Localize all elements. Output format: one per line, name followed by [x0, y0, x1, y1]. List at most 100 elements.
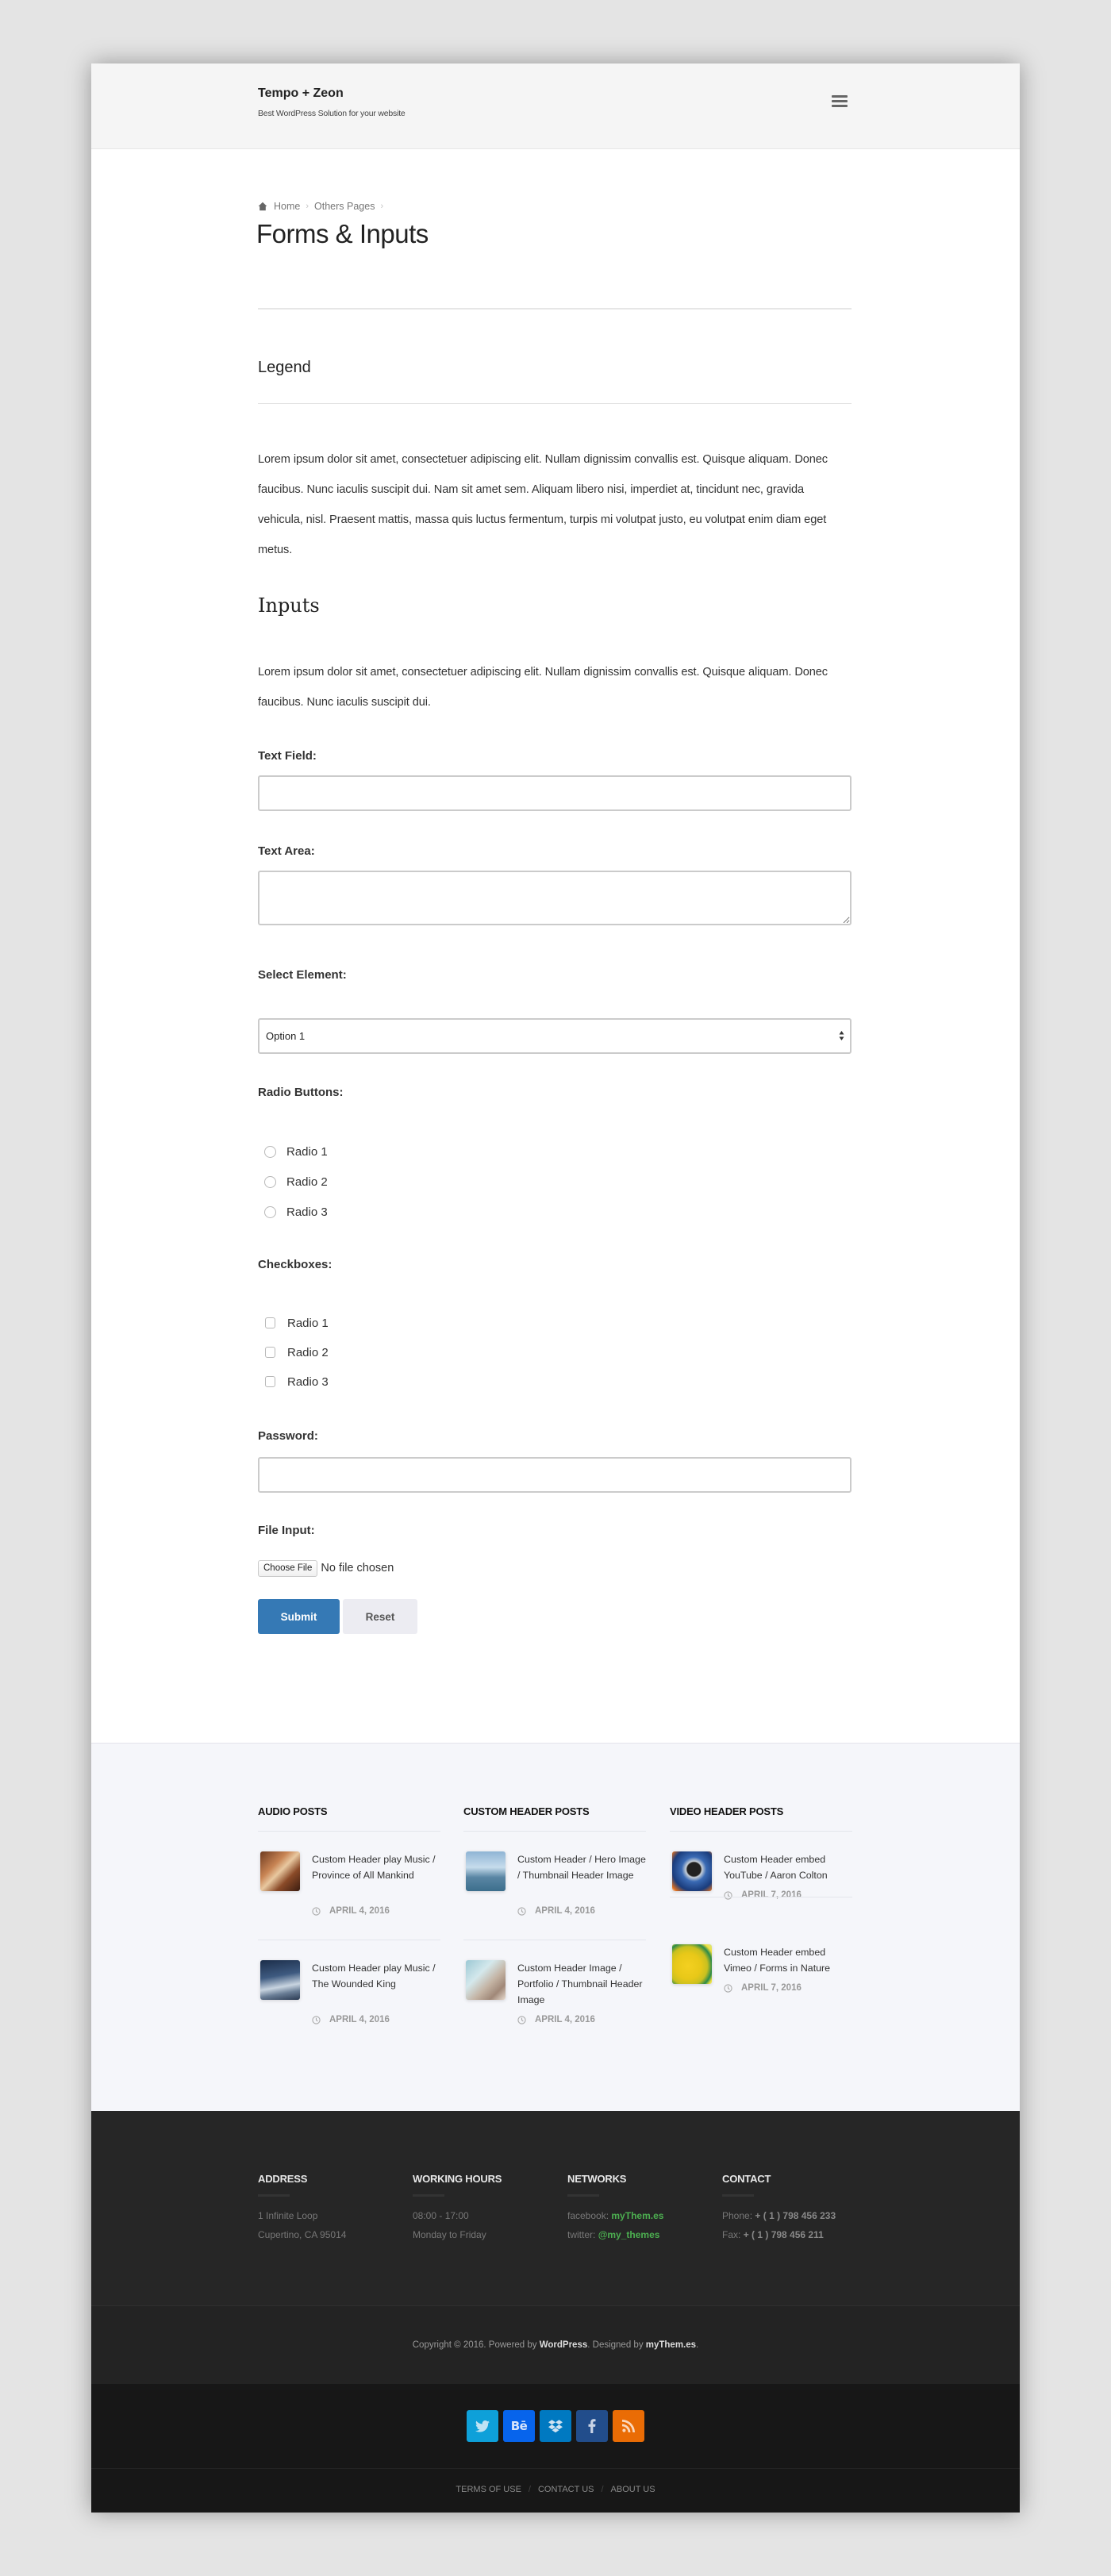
post-date-text: APRIL 4, 2016	[329, 2015, 390, 2024]
heading-underline	[413, 2194, 444, 2197]
inputs-heading: Inputs	[258, 594, 320, 617]
inputs-paragraph: Lorem ipsum dolor sit amet, consectetuer…	[258, 666, 828, 709]
footer-widgets: AUDIO POSTS Custom Header play Music / P…	[91, 1743, 1020, 2111]
text-field-label: Text Field:	[258, 749, 317, 763]
twitter-icon[interactable]	[467, 2410, 498, 2442]
thumbnail-coast[interactable]	[466, 1960, 506, 2000]
widget-separator	[463, 1831, 646, 1832]
password-label: Password:	[258, 1429, 318, 1443]
checkbox-option[interactable]: Radio 3	[264, 1373, 329, 1390]
hamburger-menu-icon[interactable]	[829, 92, 850, 110]
post-date: APRIL 7, 2016	[724, 1890, 802, 1900]
text-field-input[interactable]	[258, 775, 852, 811]
checkboxes-label: Checkboxes:	[258, 1258, 333, 1271]
checkbox-option[interactable]: Radio 1	[264, 1314, 329, 1332]
site-title[interactable]: Tempo + Zeon	[258, 87, 344, 101]
footer-main: ADDRESS 1 Infinite Loop Cupertino, CA 95…	[91, 2111, 1020, 2305]
breadcrumb-home[interactable]: Home	[274, 201, 300, 212]
thumbnail-mountains[interactable]	[260, 1960, 300, 2000]
site-header: Tempo + Zeon Best WordPress Solution for…	[91, 63, 1020, 149]
phone-line: Phone: + ( 1 ) 798 456 233	[722, 2210, 836, 2221]
text-area-input[interactable]	[258, 871, 852, 925]
checkbox-square-icon[interactable]	[265, 1317, 275, 1328]
heading-underline	[722, 2194, 754, 2197]
contact-us-link[interactable]: CONTACT US	[538, 2485, 594, 2494]
radio-option[interactable]: Radio 3	[264, 1203, 328, 1221]
phone-label: Phone:	[722, 2210, 753, 2221]
legend-heading: Legend	[258, 359, 311, 376]
page-title: Forms & Inputs	[256, 219, 429, 248]
post-title-link[interactable]: Custom Header embed YouTube / Aaron Colt…	[724, 1851, 855, 1883]
address-line: Cupertino, CA 95014	[258, 2229, 347, 2240]
widget-separator	[670, 1831, 852, 1832]
checkbox-square-icon[interactable]	[265, 1376, 275, 1387]
behance-icon[interactable]: Bē	[503, 2410, 535, 2442]
copyright-suffix: .	[696, 2340, 699, 2350]
radio-option-label: Radio 3	[286, 1205, 328, 1219]
checkbox-option-label: Radio 3	[287, 1375, 329, 1389]
post-title-link[interactable]: Custom Header play Music / Province of A…	[312, 1851, 443, 1883]
terms-of-use-link[interactable]: TERMS OF USE	[456, 2485, 521, 2494]
checkbox-option[interactable]: Radio 2	[264, 1344, 329, 1361]
submit-button[interactable]: Submit	[258, 1599, 340, 1634]
wordpress-link[interactable]: WordPress	[540, 2340, 588, 2350]
breadcrumb-others-pages[interactable]: Others Pages	[314, 201, 375, 212]
thumbnail-pier[interactable]	[466, 1851, 506, 1891]
facebook-link[interactable]: myThem.es	[611, 2210, 663, 2221]
radio-option[interactable]: Radio 1	[264, 1143, 328, 1160]
file-status: No file chosen	[321, 1562, 394, 1574]
password-input[interactable]	[258, 1457, 852, 1493]
menu-bar	[832, 105, 848, 107]
post-title-link[interactable]: Custom Header / Hero Image / Thumbnail H…	[517, 1851, 648, 1883]
radio-circle-icon[interactable]	[264, 1145, 276, 1158]
post-date-text: APRIL 4, 2016	[535, 1906, 595, 1916]
fax-value: + ( 1 ) 798 456 211	[743, 2229, 824, 2240]
post-title-link[interactable]: Custom Header play Music / The Wounded K…	[312, 1960, 443, 1992]
reset-button[interactable]: Reset	[343, 1599, 417, 1634]
dropbox-icon[interactable]	[540, 2410, 571, 2442]
widget-title: CUSTOM HEADER POSTS	[463, 1805, 590, 1817]
post-date-text: APRIL 7, 2016	[741, 1890, 802, 1900]
about-us-link[interactable]: ABOUT US	[611, 2485, 655, 2494]
rss-icon[interactable]	[613, 2410, 644, 2442]
thumbnail-musician[interactable]	[260, 1851, 300, 1891]
fax-line: Fax: + ( 1 ) 798 456 211	[722, 2229, 824, 2240]
thumbnail-skier[interactable]	[672, 1851, 712, 1891]
radio-circle-icon[interactable]	[264, 1205, 276, 1218]
designer-link[interactable]: myThem.es	[646, 2340, 696, 2350]
breadcrumb-separator: ›	[380, 202, 384, 211]
text-area-label: Text Area:	[258, 844, 315, 858]
radio-circle-icon[interactable]	[264, 1175, 276, 1188]
footer-bottom: Bē TERMS OF USE / CONTACT US / ABOUT US	[91, 2384, 1020, 2513]
radio-option[interactable]: Radio 2	[264, 1173, 328, 1190]
clock-icon	[517, 2015, 526, 2024]
checkbox-option-label: Radio 2	[287, 1345, 329, 1359]
choose-file-button[interactable]: Choose File	[258, 1559, 318, 1577]
select-arrows-icon	[839, 1031, 844, 1040]
checkbox-square-icon[interactable]	[265, 1347, 275, 1358]
thumbnail-yellow-pattern[interactable]	[672, 1944, 712, 1984]
clock-icon	[724, 1983, 732, 1993]
divider	[91, 2468, 1020, 2469]
footer-heading: CONTACT	[722, 2173, 771, 2185]
post-title-link[interactable]: Custom Header Image / Portfolio / Thumbn…	[517, 1960, 648, 2008]
select-element[interactable]: Option 1	[258, 1018, 852, 1054]
post-date: APRIL 4, 2016	[517, 1906, 595, 1916]
radio-option-label: Radio 2	[286, 1175, 328, 1189]
clock-icon	[312, 2015, 321, 2024]
post-date: APRIL 7, 2016	[724, 1983, 802, 1993]
widget-title: VIDEO HEADER POSTS	[670, 1805, 784, 1817]
file-input[interactable]: Choose File No file chosen	[258, 1559, 394, 1577]
post-date-text: APRIL 4, 2016	[535, 2015, 595, 2024]
post-title-link[interactable]: Custom Header embed Vimeo / Forms in Nat…	[724, 1944, 855, 1976]
hours-line: 08:00 - 17:00	[413, 2210, 469, 2221]
clock-icon	[312, 1906, 321, 1916]
post-date: APRIL 4, 2016	[312, 1906, 390, 1916]
heading-underline	[258, 2194, 290, 2197]
home-icon	[258, 202, 267, 211]
fax-label: Fax:	[722, 2229, 741, 2240]
checkbox-option-label: Radio 1	[287, 1316, 329, 1330]
twitter-link[interactable]: @my_themes	[598, 2229, 660, 2240]
post-date: APRIL 4, 2016	[517, 2015, 595, 2024]
facebook-icon[interactable]	[576, 2410, 608, 2442]
